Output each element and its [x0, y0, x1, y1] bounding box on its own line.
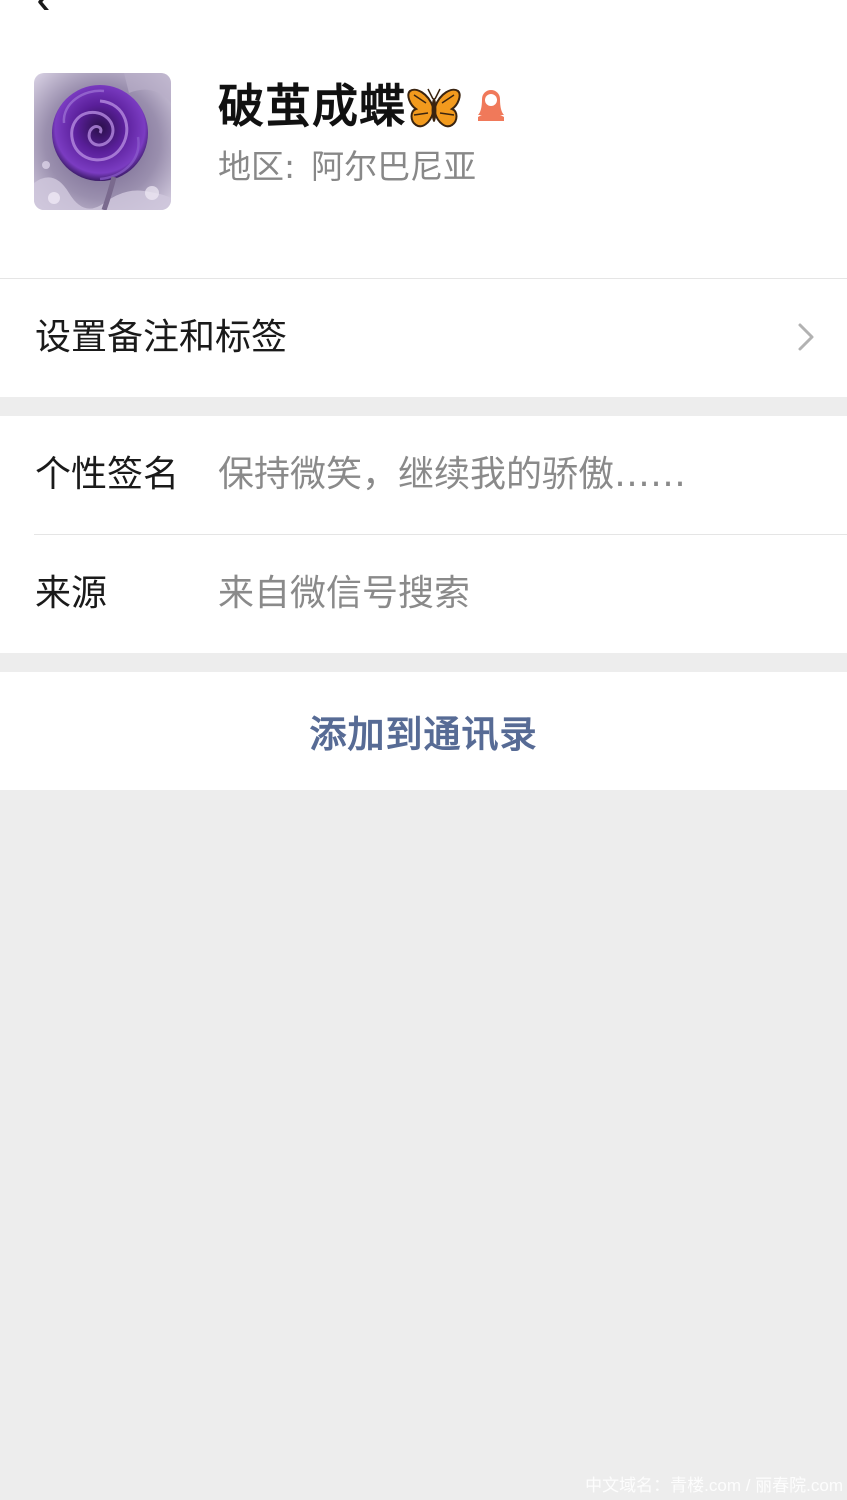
- nickname-row: 破茧成蝶: [218, 78, 508, 134]
- signature-row: 个性签名 保持微笑，继续我的骄傲……: [0, 416, 847, 535]
- region-value: 阿尔巴尼亚: [311, 147, 477, 186]
- back-arrow-icon: [38, 0, 52, 16]
- female-icon: [478, 90, 504, 121]
- source-row: 来源 来自微信号搜索: [0, 535, 847, 653]
- region-label: 地区:: [218, 147, 296, 186]
- rose-avatar-image: [34, 73, 171, 210]
- region-info: 地区: 阿尔巴尼亚: [218, 145, 476, 189]
- back-button[interactable]: [30, 0, 60, 16]
- watermark: 中文域名：青楼.com / 丽春院.com: [585, 1476, 843, 1495]
- info-group: 个性签名 保持微笑，继续我的骄傲…… 来源 来自微信号搜索: [0, 416, 847, 653]
- profile-card: 破茧成蝶 地区: 阿尔巴尼亚: [0, 0, 847, 278]
- chevron-right-icon: [798, 323, 814, 351]
- signature-label: 个性签名: [35, 454, 180, 495]
- remark-label: 设置备注和标签: [35, 317, 288, 358]
- avatar[interactable]: [34, 73, 171, 210]
- add-to-contacts-button[interactable]: 添加到通讯录: [0, 672, 847, 790]
- signature-value: 保持微笑，继续我的骄傲……: [218, 454, 687, 495]
- source-label: 来源: [35, 573, 108, 614]
- set-remark-and-tags-row[interactable]: 设置备注和标签: [0, 279, 847, 397]
- source-value: 来自微信号搜索: [218, 573, 471, 614]
- butterfly-icon: [407, 88, 461, 128]
- nickname: 破茧成蝶: [218, 79, 406, 133]
- add-to-contacts-label: 添加到通讯录: [309, 713, 538, 756]
